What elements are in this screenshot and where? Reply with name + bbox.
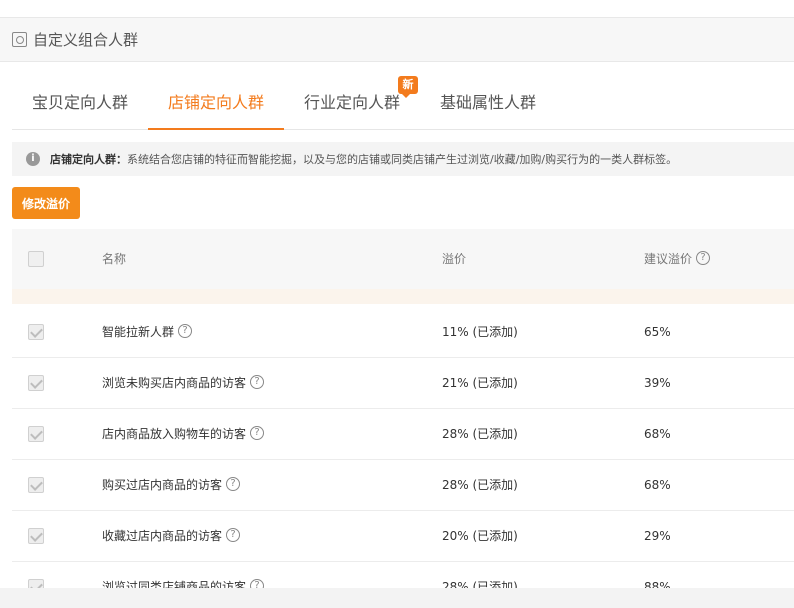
table-header: 名称 溢价 建议溢价? (12, 229, 794, 289)
col-premium-header: 溢价 (442, 252, 467, 266)
help-icon[interactable]: ? (250, 374, 265, 389)
crowd-name: 购买过店内商品的访客 (102, 478, 223, 492)
top-strip (0, 0, 794, 18)
help-icon[interactable]: ? (250, 425, 265, 440)
panel-title: 自定义组合人群 (33, 31, 139, 49)
premium-cell[interactable]: 28% (已添加) (442, 460, 518, 511)
table-row: 店内商品放入购物车的访客? 28% (已添加) 68% (12, 409, 794, 460)
table-row: 浏览未购买店内商品的访客? 21% (已添加) 39% (12, 358, 794, 409)
tab-store-targeting[interactable]: 店铺定向人群 (148, 80, 284, 130)
help-icon[interactable]: ? (226, 527, 241, 542)
help-icon[interactable]: ? (696, 250, 711, 265)
premium-cell[interactable]: 20% (已添加) (442, 511, 518, 562)
tab-bar: 宝贝定向人群 店铺定向人群 行业定向人群 新 基础属性人群 (12, 76, 794, 130)
row-checkbox[interactable] (28, 528, 44, 544)
row-checkbox[interactable] (28, 324, 44, 340)
crowd-name-cell: 智能拉新人群? (102, 307, 193, 358)
crowd-name-cell: 购买过店内商品的访客? (102, 460, 241, 511)
suggested-cell: 29% (644, 529, 671, 543)
row-checkbox[interactable] (28, 477, 44, 493)
suggested-cell: 65% (644, 325, 671, 339)
scroll-fade (0, 588, 794, 608)
select-all-checkbox[interactable] (28, 251, 44, 267)
col-name-header: 名称 (102, 252, 127, 266)
suggested-cell: 68% (644, 427, 671, 441)
help-icon[interactable]: ? (178, 323, 193, 338)
row-checkbox[interactable] (28, 426, 44, 442)
crowd-table: 名称 溢价 建议溢价? 智能拉新人群? 11% (已添加) 65% 浏览未购买店… (12, 229, 794, 608)
col-suggested-header: 建议溢价? (644, 229, 711, 289)
edit-premium-button[interactable]: 修改溢价 (12, 187, 80, 219)
info-label: 店铺定向人群： (50, 153, 127, 166)
user-group-icon (12, 32, 27, 47)
premium-cell[interactable]: 28% (已添加) (442, 409, 518, 460)
panel-header: 自定义组合人群 (0, 18, 794, 62)
crowd-name-cell: 收藏过店内商品的访客? (102, 511, 241, 562)
table-row: 收藏过店内商品的访客? 20% (已添加) 29% (12, 511, 794, 562)
crowd-name: 店内商品放入购物车的访客 (102, 427, 247, 441)
info-bar: i 店铺定向人群： 系统结合您店铺的特征而智能挖掘，以及与您的店铺或同类店铺产生… (12, 142, 794, 176)
col-suggested-label: 建议溢价 (644, 252, 693, 266)
info-icon: i (26, 152, 40, 166)
new-badge: 新 (398, 76, 418, 98)
suggested-cell: 39% (644, 376, 671, 390)
table-row: 智能拉新人群? 11% (已添加) 65% (12, 307, 794, 358)
tab-basic-attributes[interactable]: 基础属性人群 (430, 80, 546, 130)
help-icon[interactable]: ? (226, 476, 241, 491)
premium-cell[interactable]: 21% (已添加) (442, 358, 518, 409)
crowd-name: 收藏过店内商品的访客 (102, 529, 223, 543)
suggested-cell: 68% (644, 478, 671, 492)
crowd-name: 浏览未购买店内商品的访客 (102, 376, 247, 390)
tab-industry-targeting[interactable]: 行业定向人群 (294, 80, 410, 130)
row-checkbox[interactable] (28, 375, 44, 391)
crowd-name-cell: 浏览未购买店内商品的访客? (102, 358, 265, 409)
premium-cell[interactable]: 11% (已添加) (442, 307, 518, 358)
crowd-name: 智能拉新人群 (102, 325, 175, 339)
info-text: 系统结合您店铺的特征而智能挖掘，以及与您的店铺或同类店铺产生过浏览/收藏/加购/… (127, 153, 678, 166)
tab-item-targeting[interactable]: 宝贝定向人群 (22, 80, 138, 130)
table-subheader (12, 289, 794, 304)
crowd-name-cell: 店内商品放入购物车的访客? (102, 409, 265, 460)
table-row: 购买过店内商品的访客? 28% (已添加) 68% (12, 460, 794, 511)
